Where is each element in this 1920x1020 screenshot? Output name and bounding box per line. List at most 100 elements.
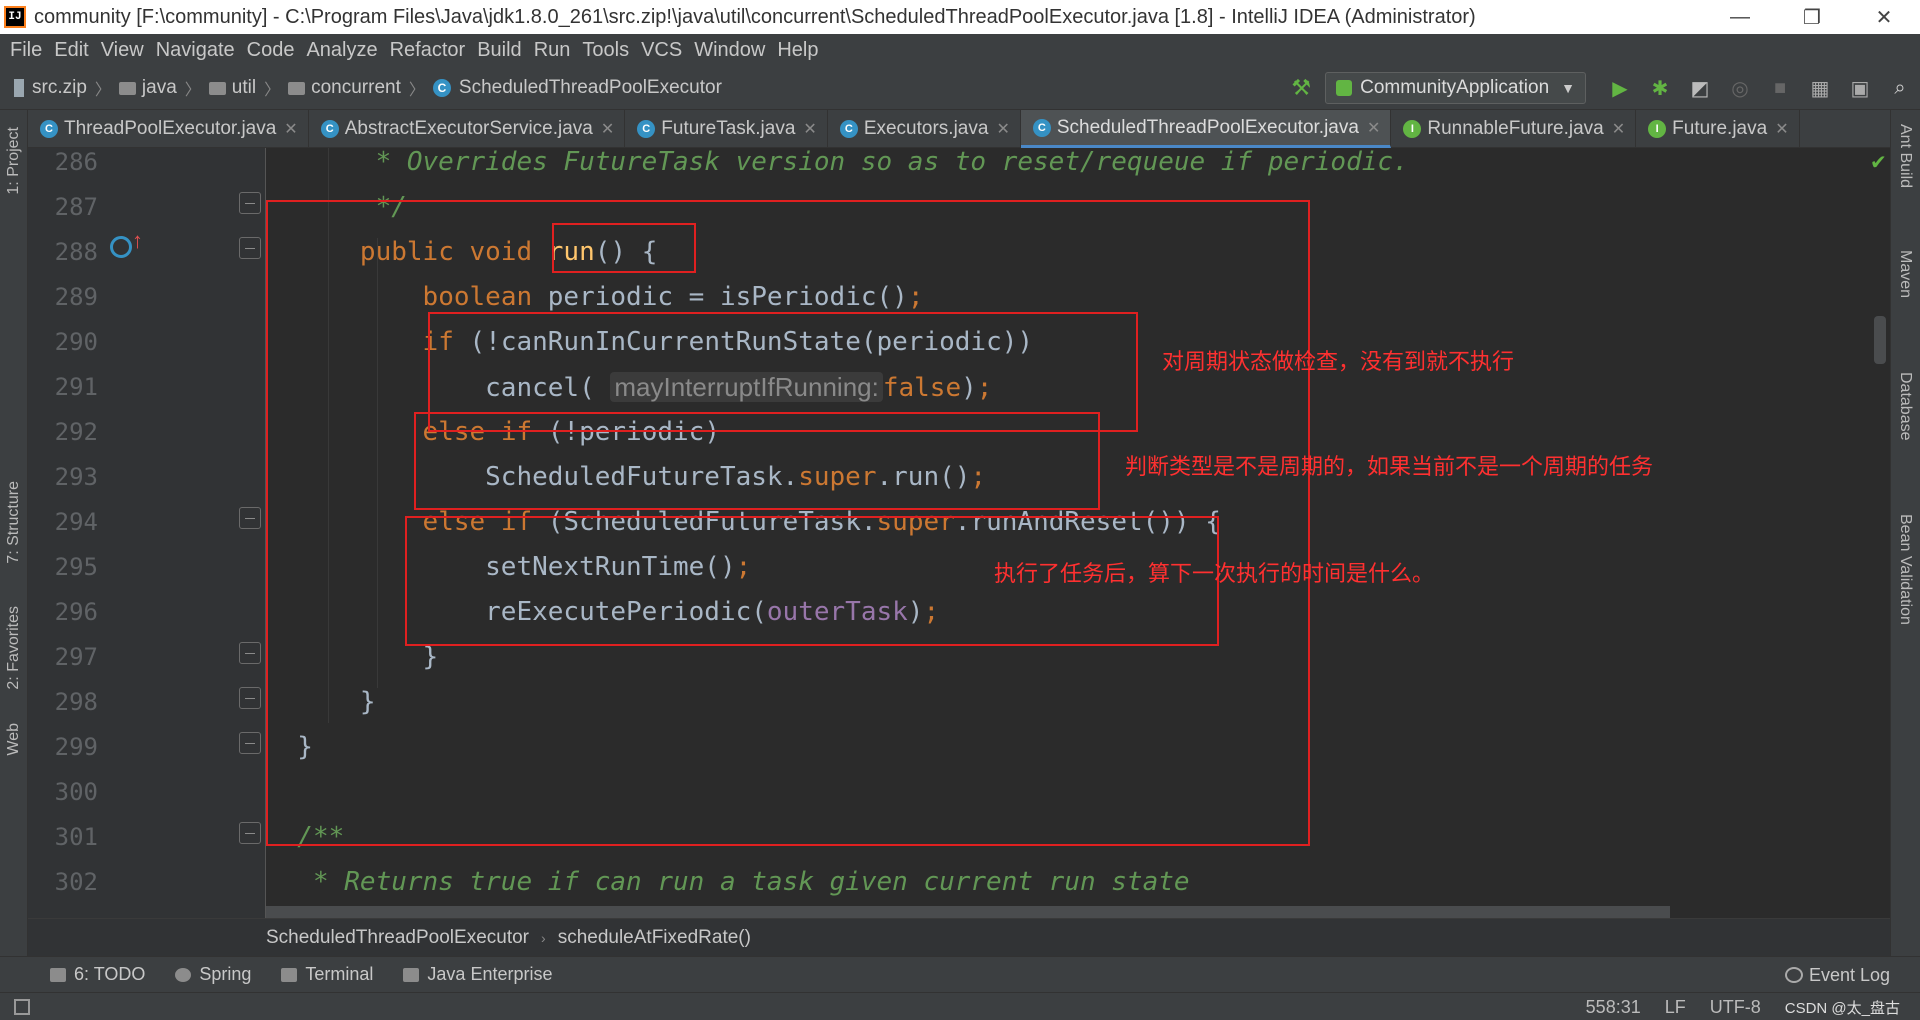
fold-marker[interactable] [239, 687, 261, 709]
tab-future[interactable]: I Future.java ✕ [1636, 110, 1800, 148]
close-icon[interactable]: ✕ [1367, 118, 1380, 138]
annotation-box-periodic-check [414, 412, 1100, 510]
run-configuration-select[interactable]: CommunityApplication ▼ [1325, 72, 1586, 104]
fold-marker[interactable] [239, 237, 261, 259]
menu-analyze[interactable]: Analyze [300, 39, 383, 62]
menu-file[interactable]: File [4, 39, 48, 62]
crumb-util[interactable]: util 〉 [208, 76, 288, 100]
tool-favorites[interactable]: 2: Favorites [0, 598, 28, 698]
window-controls: — ❐ ✕ [1704, 0, 1920, 34]
menu-run[interactable]: Run [528, 39, 577, 62]
close-icon[interactable]: ✕ [1612, 119, 1625, 139]
menu-help[interactable]: Help [771, 39, 824, 62]
line-number: 288 [54, 238, 98, 266]
tool-java-enterprise[interactable]: Java Enterprise [403, 964, 552, 985]
menu-window[interactable]: Window [688, 39, 771, 62]
line-number: 293 [54, 463, 98, 491]
breadcrumb-class[interactable]: ScheduledThreadPoolExecutor [266, 927, 529, 949]
breadcrumb-method[interactable]: scheduleAtFixedRate() [558, 927, 751, 949]
tool-label: 6: TODO [74, 964, 146, 984]
fold-marker[interactable] [239, 822, 261, 844]
crumb-class[interactable]: C ScheduledThreadPoolExecutor [432, 76, 722, 99]
tab-futuretask[interactable]: C FutureTask.java ✕ [625, 110, 828, 148]
tab-scheduledthreadpoolexecutor[interactable]: C ScheduledThreadPoolExecutor.java ✕ [1020, 110, 1392, 148]
menu-tools[interactable]: Tools [576, 39, 635, 62]
tool-spring[interactable]: Spring [175, 964, 251, 985]
class-icon: C [1032, 118, 1051, 137]
chevron-right-icon: 〉 [184, 81, 201, 99]
menu-vcs[interactable]: VCS [635, 39, 688, 62]
horizontal-scrollbar[interactable] [266, 906, 1670, 918]
line-number: 296 [54, 598, 98, 626]
menu-view[interactable]: View [95, 39, 150, 62]
close-icon[interactable]: ✕ [284, 119, 297, 139]
search-icon[interactable]: ⌕ [1880, 66, 1920, 110]
crumb-label: concurrent [311, 76, 401, 98]
tool-project[interactable]: 1: Project [0, 116, 28, 206]
coverage-icon[interactable]: ◩ [1680, 66, 1720, 110]
close-button[interactable]: ✕ [1848, 0, 1920, 34]
event-log-label: Event Log [1808, 964, 1890, 985]
layout-icon[interactable]: ▣ [1840, 66, 1880, 110]
tool-label: 7: Structure [5, 480, 22, 564]
tool-label: Ant Build [1897, 124, 1914, 189]
fold-marker[interactable] [239, 192, 261, 214]
todo-icon [50, 967, 66, 982]
close-icon[interactable]: ✕ [601, 119, 614, 139]
fold-marker[interactable] [239, 732, 261, 754]
class-icon: C [432, 78, 451, 97]
line-separator[interactable]: LF [1665, 997, 1686, 1018]
status-right: 558:31 LF UTF-8 CSDN @太_盘古 [1562, 993, 1900, 1020]
crumb-label: ScheduledThreadPoolExecutor [458, 76, 722, 98]
stop-icon[interactable]: ■ [1760, 66, 1800, 110]
tool-structure[interactable]: 7: Structure [0, 472, 28, 572]
tab-runnablefuture[interactable]: I RunnableFuture.java ✕ [1391, 110, 1637, 148]
project-structure-icon[interactable]: ▦ [1800, 66, 1840, 110]
tool-window-bar: 6: TODO Spring Terminal Java Enterprise … [0, 956, 1920, 992]
override-method-icon[interactable] [110, 236, 132, 258]
file-encoding[interactable]: UTF-8 [1710, 997, 1761, 1018]
tool-database[interactable]: Database [1890, 372, 1920, 472]
fold-marker[interactable] [239, 507, 261, 529]
annotation-note-state-check: 对周期状态做检查，没有到就不执行 [1162, 350, 1515, 375]
tool-ant-build[interactable]: Ant Build [1890, 124, 1920, 224]
tool-label: 2: Favorites [5, 606, 22, 690]
tab-executors[interactable]: C Executors.java ✕ [828, 110, 1021, 148]
spring-boot-icon [1336, 80, 1353, 96]
tab-label: ScheduledThreadPoolExecutor.java [1056, 116, 1359, 138]
close-icon[interactable]: ✕ [803, 119, 816, 139]
close-icon[interactable]: ✕ [996, 119, 1009, 139]
fold-marker[interactable] [239, 642, 261, 664]
archive-icon [14, 78, 24, 97]
run-icon[interactable]: ▶ [1600, 66, 1640, 110]
crumb-concurrent[interactable]: concurrent 〉 [288, 76, 433, 100]
debug-icon[interactable]: ✱ [1640, 66, 1680, 110]
event-log-button[interactable]: Event Log [1784, 957, 1890, 993]
menu-navigate[interactable]: Navigate [150, 39, 241, 62]
profile-icon[interactable]: ◎ [1720, 66, 1760, 110]
nav-breadcrumb: src.zip 〉 java 〉 util 〉 concurrent 〉 C Schedu… [0, 76, 722, 100]
menu-build[interactable]: Build [471, 39, 527, 62]
tool-web[interactable]: Web [0, 714, 28, 764]
tool-todo[interactable]: 6: TODO [50, 964, 145, 985]
navigation-bar: src.zip 〉 java 〉 util 〉 concurrent 〉 C Schedu… [0, 66, 1920, 110]
crumb-src-zip[interactable]: src.zip 〉 [14, 76, 119, 100]
tool-windows-toggle-icon[interactable] [14, 998, 30, 1015]
restore-button[interactable]: ❐ [1776, 0, 1848, 34]
vertical-scrollbar[interactable] [1874, 316, 1886, 364]
chevron-right-icon: › [541, 929, 546, 946]
build-hammer-icon[interactable]: ⚒ [1291, 75, 1311, 101]
caret-position[interactable]: 558:31 [1586, 997, 1641, 1018]
tool-maven[interactable]: Maven [1890, 250, 1920, 330]
tool-bean-validation[interactable]: Bean Validation [1890, 514, 1920, 664]
menu-refactor[interactable]: Refactor [384, 39, 472, 62]
tab-abstractexecutorservice[interactable]: C AbstractExecutorService.java ✕ [309, 110, 626, 148]
close-icon[interactable]: ✕ [1775, 119, 1788, 139]
minimize-button[interactable]: — [1704, 0, 1776, 34]
tool-terminal[interactable]: Terminal [281, 964, 373, 985]
menu-edit[interactable]: Edit [48, 39, 94, 62]
line-number: 294 [54, 508, 98, 536]
java-enterprise-icon [403, 967, 420, 982]
crumb-java[interactable]: java 〉 [118, 76, 209, 100]
menu-code[interactable]: Code [241, 39, 301, 62]
